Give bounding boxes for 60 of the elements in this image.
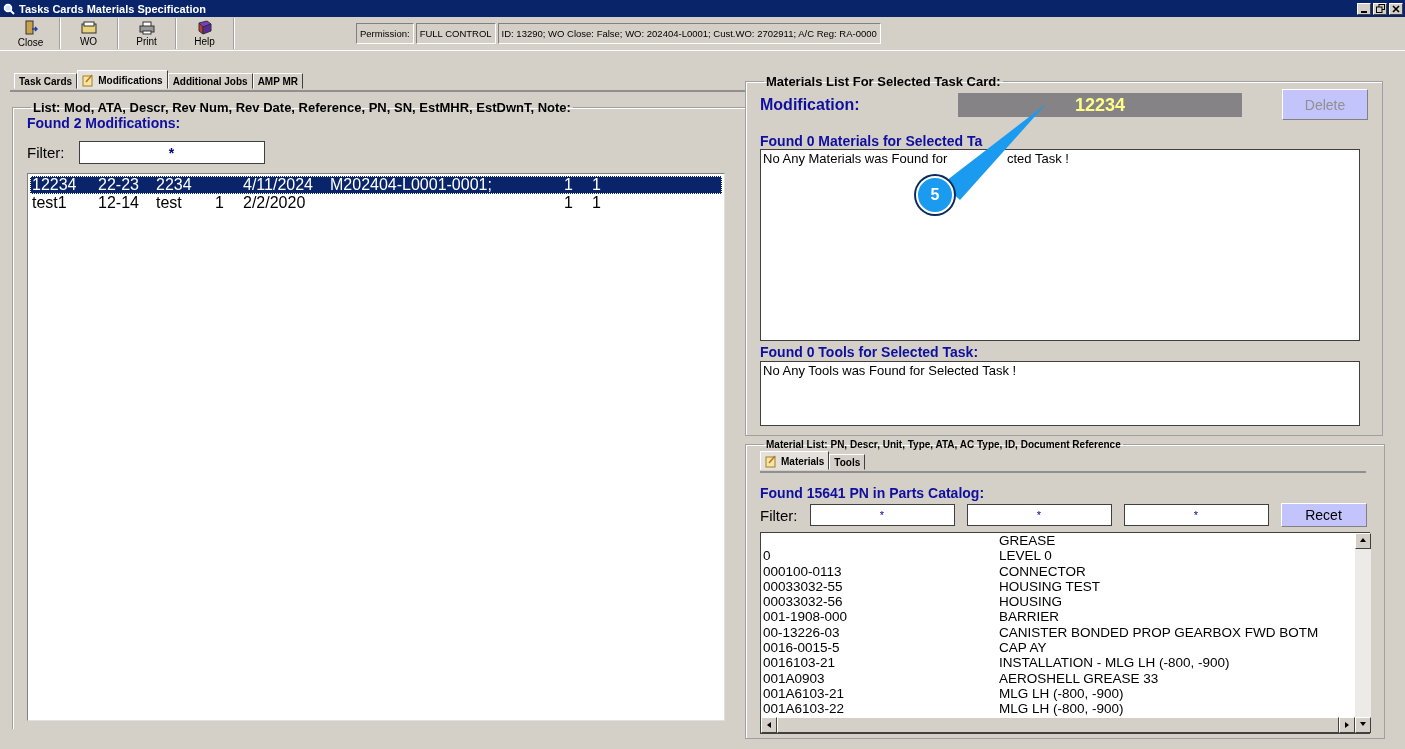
list-row[interactable]: 000100-0113 CONNECTOR	[763, 563, 1355, 579]
list-row[interactable]: 00-13226-03 CANISTER BONDED PROP GEARBOX FWD BOTM	[763, 624, 1355, 641]
tab[interactable]: Modifications	[77, 70, 168, 89]
empty-message: No Any Tools was Found for Selected Task !	[763, 363, 1017, 380]
toolbar-button[interactable]: WO	[60, 18, 118, 49]
toolbar-button[interactable]: Help	[176, 18, 234, 49]
toolbar-button[interactable]: Print	[118, 18, 176, 49]
list-row[interactable]: 00033032-55 HOUSING TEST	[763, 578, 1355, 595]
permission-label: Permission:	[356, 23, 414, 44]
list-row[interactable]: 00033032-56 HOUSING	[763, 594, 1355, 610]
minimize-icon	[1361, 10, 1367, 13]
vertical-scrollbar[interactable]	[1355, 533, 1371, 733]
horizontal-scrollbar[interactable]	[761, 717, 1355, 733]
group-title: Materials List For Selected Task Card:	[765, 74, 1002, 89]
filter-field[interactable]: *	[78, 141, 265, 164]
list-row[interactable]: GREASE	[763, 533, 1355, 549]
minimize-button[interactable]	[1357, 2, 1371, 15]
reset-button[interactable]: Recet	[1280, 503, 1367, 527]
tab[interactable]: Tools	[829, 454, 866, 470]
list-row[interactable]: 001-1908-000 BARRIER	[763, 609, 1355, 625]
list-row[interactable]: 0 LEVEL 0	[763, 548, 1355, 564]
found-count: Found 15641 PN in Parts Catalog:	[760, 485, 986, 501]
list-row[interactable]: test1 12-14 test 1 2/2/2020 1 1	[30, 194, 722, 212]
door-icon	[23, 19, 38, 36]
close-icon	[1392, 4, 1400, 13]
work-order-info: ID: 13290; WO Close: False; WO: 202404-L0001; Cust.WO: 2702911; A/C Reg: RA-0000	[497, 23, 881, 44]
list-row[interactable]: 001A0903 AEROSHELL GREASE 33	[763, 670, 1355, 686]
modification-label: Modification:	[760, 95, 861, 114]
toolbar-button[interactable]: Close	[2, 18, 60, 49]
callout-badge: 5	[916, 176, 954, 214]
empty-message: No Any Materials was Found for	[763, 151, 949, 166]
list-row[interactable]: 001A6103-21 MLG LH (-800, -900)	[763, 685, 1355, 702]
materials-found-label: Found 0 Materials for Selected Ta	[760, 133, 984, 149]
list-row[interactable]: 12234 22-23 2234 4/11/2024 M202404-L0001-0001; 1 1	[30, 176, 722, 194]
list-row[interactable]: 0016-0015-5 CAP AY	[763, 640, 1355, 656]
printer-icon	[138, 20, 155, 35]
close-button[interactable]	[1389, 2, 1403, 15]
filter-field[interactable]: *	[809, 504, 955, 526]
filter-label: Filter:	[760, 506, 798, 524]
filter-label: Filter:	[27, 144, 65, 161]
filter-field[interactable]: *	[966, 504, 1112, 526]
window-title: Tasks Cards Materials Specification	[19, 2, 207, 15]
filter-field[interactable]: *	[1123, 504, 1269, 526]
tab[interactable]: Additional Jobs	[167, 73, 253, 89]
magnifier-icon	[3, 2, 15, 15]
list-row[interactable]: 001A6103-22 MLG LH (-800, -900)	[763, 701, 1355, 717]
modification-value: 12234	[958, 92, 1242, 117]
restore-icon	[1375, 4, 1385, 13]
tab[interactable]: Task Cards	[14, 73, 78, 89]
restore-button[interactable]	[1373, 2, 1387, 15]
tools-found-label: Found 0 Tools for Selected Task:	[760, 344, 980, 360]
found-count: Found 2 Modifications:	[27, 115, 182, 131]
list-row[interactable]: 0016103-21 INSTALLATION - MLG LH (-800, -900)	[763, 655, 1355, 671]
group-title: Material List: PN, Descr, Unit, Type, ATA, AC Type, ID, Document Reference	[765, 439, 1122, 450]
tab[interactable]: Materials	[760, 451, 830, 470]
empty-message: cted Task !	[1007, 151, 1069, 166]
permission-value: FULL CONTROL	[415, 23, 496, 44]
tray-icon	[80, 20, 97, 35]
group-title: List: Mod, ATA, Descr, Rev Num, Rev Date, Reference, PN, SN, EstMHR, EstDwnT, Note:	[32, 100, 572, 115]
tab[interactable]: AMP MR	[252, 73, 303, 89]
